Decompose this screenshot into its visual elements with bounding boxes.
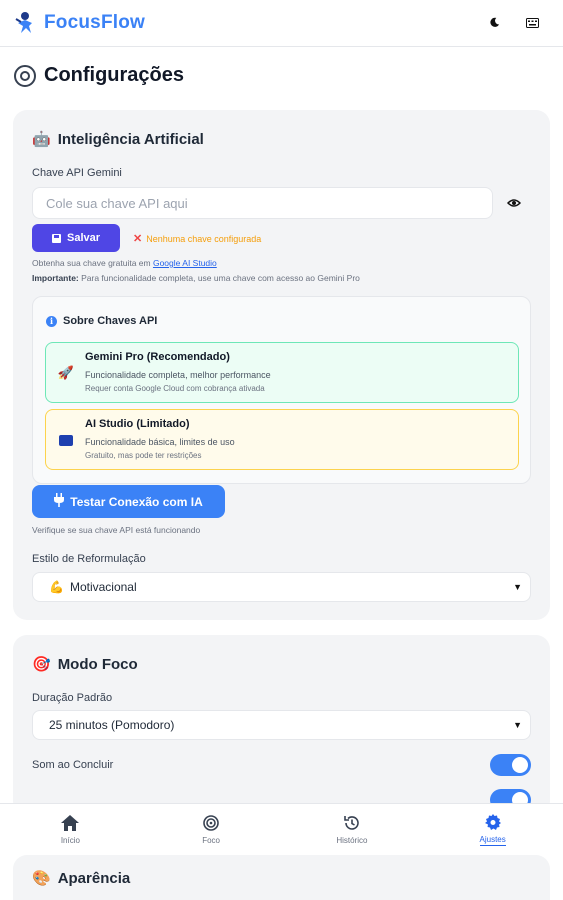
chevron-down-icon: ▼ bbox=[513, 720, 522, 730]
reformulation-style-select[interactable]: 💪 Motivacional ▼ bbox=[32, 572, 531, 602]
api-key-hint: Obtenha sua chave gratuita em Google AI … bbox=[32, 258, 217, 268]
appearance-section-title: 🎨 Aparência bbox=[32, 869, 131, 888]
target-icon bbox=[202, 814, 220, 832]
ai-studio-option: AI Studio (Limitado) Funcionalidade bási… bbox=[45, 409, 519, 470]
gemini-pro-option: 🚀 Gemini Pro (Recomendado) Funcionalidad… bbox=[45, 342, 519, 403]
app-logo-icon bbox=[14, 10, 36, 36]
api-key-label: Chave API Gemini bbox=[32, 167, 122, 179]
nav-label: Histórico bbox=[336, 836, 368, 845]
history-icon bbox=[343, 814, 361, 832]
duration-selected-value: 25 minutos (Pomodoro) bbox=[49, 718, 175, 732]
style-selected-value: Motivacional bbox=[69, 580, 137, 594]
option-note: Requer conta Google Cloud com cobrança a… bbox=[85, 384, 265, 393]
robot-icon: 🤖 bbox=[32, 131, 51, 148]
option-desc: Funcionalidade básica, limites de uso bbox=[85, 437, 235, 447]
nav-item-history[interactable]: Histórico bbox=[282, 804, 423, 855]
focus-section-title-text: Modo Foco bbox=[57, 655, 138, 673]
app-title: FocusFlow bbox=[44, 12, 146, 33]
save-disk-icon bbox=[51, 233, 61, 243]
nav-item-home[interactable]: Início bbox=[0, 804, 141, 855]
important-note: Importante: Para funcionalidade completa… bbox=[32, 273, 360, 283]
save-api-key-button[interactable]: Salvar bbox=[32, 224, 120, 252]
api-key-status-text: Nenhuma chave configurada bbox=[146, 233, 262, 244]
bottom-navigation: Início Foco Histórico Ajustes bbox=[0, 803, 563, 855]
plug-icon bbox=[54, 493, 65, 510]
flexed-biceps-icon: 💪 bbox=[49, 580, 64, 594]
api-key-input[interactable]: Cole sua chave API aqui bbox=[32, 187, 493, 219]
nav-label: Início bbox=[60, 836, 80, 845]
chevron-down-icon: ▼ bbox=[513, 582, 522, 592]
appearance-section-title-text: Aparência bbox=[57, 869, 131, 887]
target-icon: 🎯 bbox=[32, 656, 51, 673]
ai-section-title: 🤖 Inteligência Artificial bbox=[32, 130, 204, 149]
focus-settings-card: 🎯 Modo Foco Duração Padrão 25 minutos (P… bbox=[13, 635, 550, 815]
home-icon bbox=[61, 814, 80, 832]
sound-on-complete-label: Som ao Concluir bbox=[32, 759, 114, 771]
duration-label: Duração Padrão bbox=[32, 692, 113, 704]
important-label: Importante: bbox=[32, 273, 79, 283]
page-heading: Configurações bbox=[14, 64, 184, 87]
nav-item-settings[interactable]: Ajustes bbox=[422, 804, 563, 855]
ai-settings-card: 🤖 Inteligência Artificial Chave API Gemi… bbox=[13, 110, 550, 620]
gear-icon bbox=[484, 813, 502, 831]
info-icon: i bbox=[46, 315, 57, 327]
rocket-icon: 🚀 bbox=[57, 365, 75, 380]
palette-icon: 🎨 bbox=[32, 870, 51, 887]
sound-on-complete-toggle[interactable] bbox=[490, 754, 531, 776]
api-key-status: ✕ Nenhuma chave configurada bbox=[133, 232, 261, 245]
info-box-title: i Sobre Chaves API bbox=[46, 315, 157, 327]
settings-gear-icon bbox=[14, 64, 36, 87]
api-key-hint-text: Obtenha sua chave gratuita em bbox=[32, 258, 153, 268]
api-key-placeholder: Cole sua chave API aqui bbox=[46, 195, 188, 211]
test-hint: Verifique se sua chave API está funciona… bbox=[32, 525, 201, 535]
info-box-title-text: Sobre Chaves API bbox=[63, 315, 158, 327]
top-bar: FocusFlow bbox=[0, 0, 563, 47]
option-note: Gratuito, mas pode ter restrições bbox=[85, 451, 202, 460]
option-name: Gemini Pro (Recomendado) bbox=[85, 351, 230, 363]
important-text: Para funcionalidade completa, use uma ch… bbox=[78, 273, 360, 283]
option-name: AI Studio (Limitado) bbox=[85, 418, 190, 430]
ai-section-title-text: Inteligência Artificial bbox=[57, 130, 204, 148]
api-keys-info-box: i Sobre Chaves API 🚀 Gemini Pro (Recomen… bbox=[32, 296, 531, 484]
test-button-label: Testar Conexão com IA bbox=[70, 494, 203, 509]
app-logo[interactable]: FocusFlow bbox=[14, 10, 145, 36]
nav-label: Foco bbox=[202, 836, 221, 845]
nav-item-focus[interactable]: Foco bbox=[141, 804, 282, 855]
style-label: Estilo de Reformulação bbox=[32, 553, 146, 565]
keyboard-icon[interactable] bbox=[526, 16, 539, 31]
moon-icon[interactable] bbox=[489, 16, 500, 31]
page-title: Configurações bbox=[44, 64, 185, 86]
option-desc: Funcionalidade completa, melhor performa… bbox=[85, 370, 271, 380]
sound-on-complete-row: Som ao Concluir bbox=[32, 753, 531, 777]
save-button-label: Salvar bbox=[66, 232, 101, 244]
appearance-settings-card: 🎨 Aparência bbox=[13, 855, 550, 900]
nav-label: Ajustes bbox=[479, 835, 506, 846]
error-x-icon: ✕ bbox=[133, 233, 143, 245]
studio-badge-icon bbox=[58, 432, 74, 448]
google-ai-studio-link[interactable]: Google AI Studio bbox=[153, 258, 217, 268]
show-key-eye-icon[interactable] bbox=[506, 196, 522, 210]
default-duration-select[interactable]: 25 minutos (Pomodoro) ▼ bbox=[32, 710, 531, 740]
test-ai-connection-button[interactable]: Testar Conexão com IA bbox=[32, 485, 225, 518]
focus-section-title: 🎯 Modo Foco bbox=[32, 655, 138, 674]
